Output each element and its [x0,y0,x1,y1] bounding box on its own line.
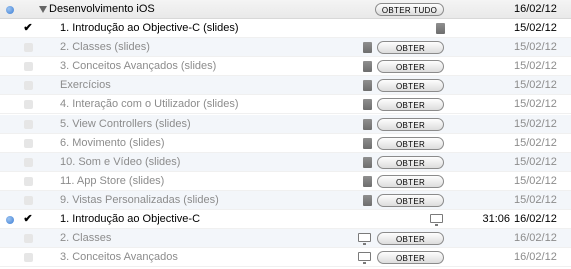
checkbox-unchecked[interactable] [24,119,33,129]
monitor-icon [430,214,443,226]
episode-duration: 31:06 [482,213,510,225]
monitor-icon [358,233,371,246]
monitor-icon [358,252,371,265]
episode-row[interactable]: 6. Movimento (slides) OBTER 15/02/12 [0,134,571,153]
document-icon [363,80,372,92]
get-button[interactable]: OBTER [377,251,444,265]
episode-row[interactable]: 3. Conceitos Avançados OBTER 16/02/12 [0,248,571,268]
episode-row[interactable]: 11. App Store (slides) OBTER 15/02/12 [0,172,571,191]
episode-title: 1. Introdução ao Objective-C [60,213,201,225]
episode-title: 5. View Controllers (slides) [60,117,191,130]
episode-title: 4. Interação com o Utilizador (slides) [60,98,239,111]
checkbox-unchecked[interactable] [24,100,33,110]
episode-title: 3. Conceitos Avançados (slides) [60,60,217,73]
get-button[interactable]: OBTER [377,98,444,112]
get-button[interactable]: OBTER [377,136,444,150]
episode-date: 15/02/12 [514,174,557,187]
document-icon [363,61,372,73]
document-icon [363,118,372,130]
episode-title: 10. Som e Vídeo (slides) [60,155,181,168]
episode-title: 2. Classes [60,232,112,245]
episode-row[interactable]: ✔ 1. Introdução ao Objective-C (slides) 15… [0,19,571,38]
podcast-title: Desenvolvimento iOS [49,3,155,15]
episode-date: 15/02/12 [514,79,557,92]
get-button[interactable]: OBTER [377,232,444,246]
episode-date: 15/02/12 [514,155,557,168]
document-icon [363,99,372,111]
document-icon [363,194,372,206]
document-icon [363,175,372,187]
checkbox-unchecked[interactable] [24,138,33,148]
episode-row[interactable]: 5. View Controllers (slides) OBTER 15/02/1… [0,114,571,134]
episode-date: 15/02/12 [514,193,557,206]
episode-row[interactable]: 9. Vistas Personalizadas (slides) OBTER 15… [0,190,571,210]
checkbox-unchecked[interactable] [24,157,33,167]
get-button[interactable]: OBTER [377,79,444,93]
document-icon [436,23,445,34]
episode-date: 16/02/12 [514,251,557,264]
episode-list: Desenvolvimento iOS OBTER TUDO 16/02/12 … [0,0,571,269]
episode-date: 15/02/12 [514,41,557,54]
episode-row[interactable]: 10. Som e Vídeo (slides) OBTER 15/02/12 [0,152,571,172]
checkbox-unchecked[interactable] [24,234,33,244]
episode-title: 9. Vistas Personalizadas (slides) [60,193,219,206]
episode-row[interactable]: Exercícios OBTER 15/02/12 [0,76,571,96]
get-button[interactable]: OBTER [377,155,444,169]
episode-date: 15/02/12 [514,22,557,34]
episode-date: 15/02/12 [514,60,557,73]
episode-row[interactable]: 4. Interação com o Utilizador (slides) OB… [0,95,571,115]
get-button[interactable]: OBTER [377,60,444,74]
episode-date: 15/02/12 [514,117,557,130]
get-button[interactable]: OBTER [377,117,444,131]
checkbox-unchecked[interactable] [24,43,33,53]
checkbox-unchecked[interactable] [24,195,33,205]
episode-title: 6. Movimento (slides) [60,136,165,149]
checkbox-unchecked[interactable] [24,62,33,72]
checkbox-checked[interactable]: ✔ [22,19,34,38]
episode-row[interactable]: 3. Conceitos Avançados (slides) OBTER 15/0… [0,57,571,77]
unplayed-dot-icon [6,6,14,14]
checkbox-unchecked[interactable] [24,81,33,91]
podcast-header-row[interactable]: Desenvolvimento iOS OBTER TUDO 16/02/12 [0,0,571,19]
get-button[interactable]: OBTER [377,41,444,55]
document-icon [363,137,372,149]
episode-title: 11. App Store (slides) [60,174,165,187]
episode-date: 15/02/12 [514,136,557,149]
disclosure-triangle-icon[interactable] [39,6,47,13]
episode-title: 2. Classes (slides) [60,41,150,54]
episode-title: 3. Conceitos Avançados [60,251,178,264]
document-icon [363,42,372,54]
episode-row[interactable]: ✔ 1. Introdução ao Objective-C 31:06 16/02/… [0,210,571,229]
get-all-button[interactable]: OBTER TUDO [375,3,444,16]
episode-row[interactable]: 2. Classes OBTER 16/02/12 [0,229,571,249]
episode-title: Exercícios [60,79,111,92]
document-icon [363,156,372,168]
checkbox-unchecked[interactable] [24,176,33,186]
podcast-date: 16/02/12 [514,3,557,15]
episode-row[interactable]: 2. Classes (slides) OBTER 15/02/12 [0,38,571,58]
get-button[interactable]: OBTER [377,174,444,188]
episode-title: 1. Introdução ao Objective-C (slides) [60,22,239,34]
episode-date: 15/02/12 [514,98,557,111]
episode-date: 16/02/12 [514,232,557,245]
episode-date: 16/02/12 [514,213,557,225]
checkbox-checked[interactable]: ✔ [22,210,34,229]
checkbox-unchecked[interactable] [24,253,33,263]
unplayed-dot-icon [6,216,14,224]
get-button[interactable]: OBTER [377,193,444,207]
